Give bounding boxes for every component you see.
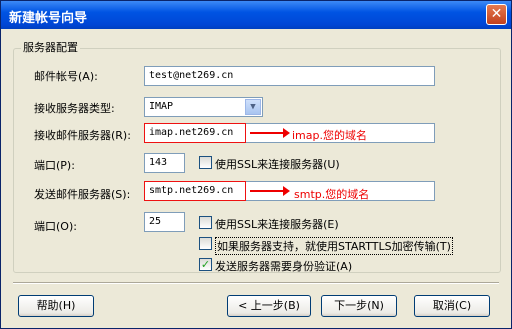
incoming-server-input[interactable]: imap.net269.cn: [144, 123, 246, 143]
checkmark-icon: ✓: [200, 258, 211, 271]
separator: [13, 282, 499, 284]
incoming-ssl-checkbox[interactable]: [199, 156, 212, 169]
auth-label: 发送服务器需要身份验证(A): [215, 260, 353, 273]
incoming-port-label: 端口(P):: [34, 159, 75, 172]
outgoing-port-label: 端口(O):: [34, 220, 77, 233]
account-label: 邮件帐号(A):: [34, 70, 98, 83]
chevron-down-icon[interactable]: ▼: [245, 99, 261, 115]
server-type-value: IMAP: [149, 101, 174, 112]
new-account-wizard-window: 新建帐号向导 ✕ 服务器配置 邮件帐号(A): test@net269.cn 接…: [0, 0, 512, 329]
group-title: 服务器配置: [21, 39, 80, 55]
window-title: 新建帐号向导: [9, 11, 88, 26]
arrow-icon: [250, 128, 290, 138]
incoming-port-input[interactable]: 143: [144, 153, 185, 173]
title-bar[interactable]: 新建帐号向导 ✕: [1, 1, 511, 29]
outgoing-server-label: 发送邮件服务器(S):: [34, 188, 131, 201]
outgoing-port-input[interactable]: 25: [144, 212, 185, 232]
next-button[interactable]: 下一步(N): [321, 295, 397, 317]
arrow-icon: [250, 186, 290, 196]
incoming-server-label: 接收邮件服务器(R):: [34, 129, 131, 142]
starttls-checkbox[interactable]: [199, 237, 212, 250]
starttls-label: 如果服务器支持，就使用STARTTLS加密传输(T): [215, 237, 453, 255]
server-type-label: 接收服务器类型:: [34, 102, 115, 115]
outgoing-ssl-checkbox[interactable]: [199, 216, 212, 229]
server-type-select[interactable]: IMAP ▼: [144, 97, 263, 117]
outgoing-ssl-label: 使用SSL来连接服务器(E): [215, 218, 339, 231]
incoming-ssl-label: 使用SSL来连接服务器(U): [215, 158, 340, 171]
close-button[interactable]: ✕: [486, 4, 507, 25]
close-icon: ✕: [490, 6, 503, 22]
outgoing-server-input[interactable]: smtp.net269.cn: [144, 181, 246, 201]
cancel-button[interactable]: 取消(C): [414, 295, 490, 317]
back-button[interactable]: < 上一步(B): [227, 295, 311, 317]
help-button[interactable]: 帮助(H): [18, 295, 94, 317]
account-input[interactable]: test@net269.cn: [144, 66, 435, 86]
outgoing-annotation: smtp.您的域名: [294, 188, 370, 201]
auth-checkbox[interactable]: ✓: [199, 258, 212, 271]
incoming-annotation: imap.您的域名: [292, 129, 367, 142]
